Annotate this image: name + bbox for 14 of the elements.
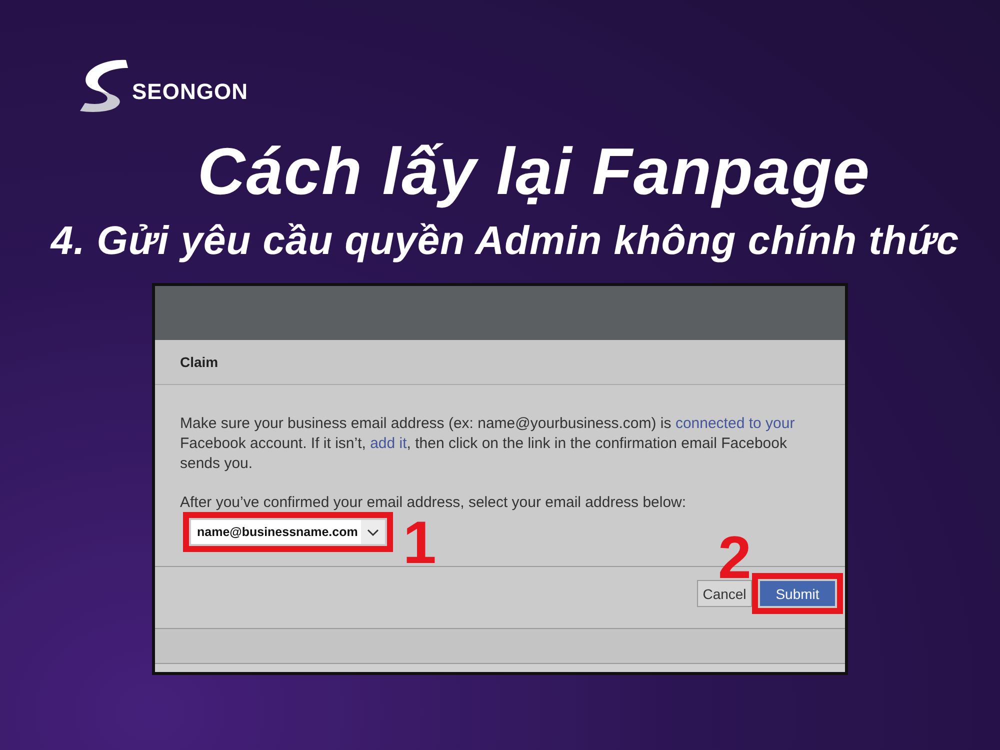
inline-link[interactable]: add it [370,435,407,452]
chevron-down-icon [361,520,385,544]
step-number: 2 [718,535,752,581]
brand-name: SEONGON [132,81,248,103]
email-dropdown[interactable]: name@businessname.com [191,520,385,544]
cancel-button[interactable]: Cancel [697,580,752,607]
instructions-paragraph: Make sure your business email address (ex: name@yourbusiness.com) is connected to your Facebook account. If it isn’t, add it, then click on the link in the confirmation email Facebook sends you. [180,414,796,474]
step-number: 1 [403,520,436,566]
submit-button[interactable]: Submit [760,581,835,606]
dialog-title: Claim [180,352,218,372]
select-instruction: After you’ve confirmed your email address, select your email address below: [180,494,688,512]
page-subtitle: 4. Gửi yêu cầu quyền Admin không chính thức [50,218,960,264]
inline-link[interactable]: connected to your [675,415,795,432]
ribbon-s-logo-icon [80,58,128,112]
